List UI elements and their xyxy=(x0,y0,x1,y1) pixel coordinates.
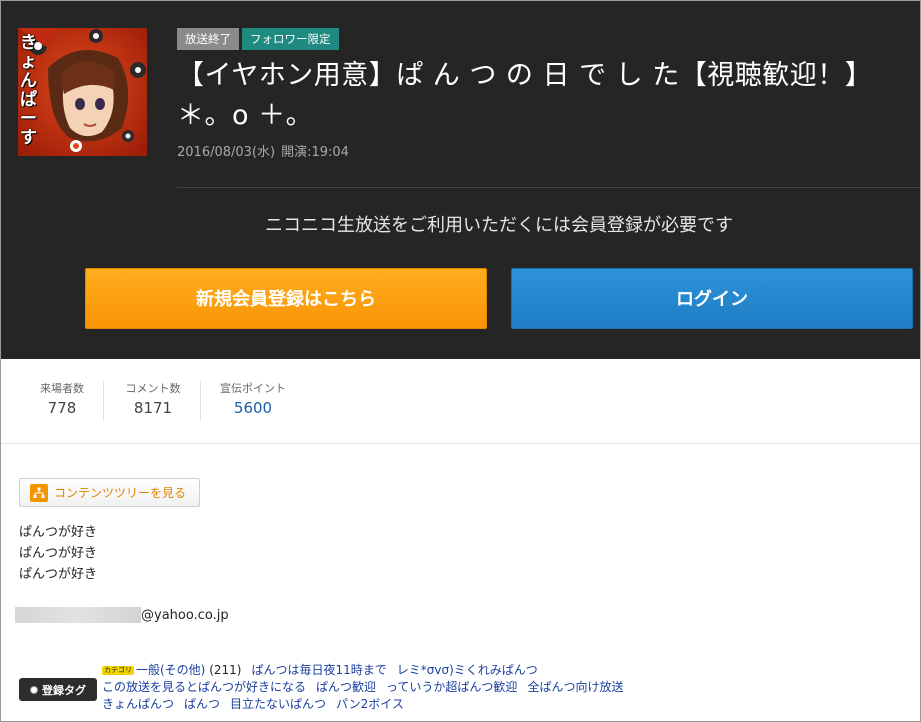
stat-value: 778 xyxy=(47,399,77,417)
stat-value: 8171 xyxy=(133,399,173,417)
tag-link[interactable]: 目立たないぱんつ xyxy=(230,697,326,711)
tree-icon xyxy=(30,483,48,502)
program-title: 【イヤホン用意】ぱ ん つ の 日 で し た【視聴歓迎！】＊。o ＋。 xyxy=(177,60,873,131)
stat-ad-points[interactable]: 宣伝ポイント 5600 xyxy=(211,381,295,419)
tag-category-count: (211) xyxy=(209,663,242,677)
description-line: ぱんつが好き xyxy=(19,567,98,582)
stat-value: 5600 xyxy=(233,399,273,417)
program-header: きょんぱーす 放送終了 フォロワー限定 【イヤホン用意】ぱ ん つ の 日 で … xyxy=(1,1,920,359)
content-tree-label: コンテンツツリーを見る xyxy=(54,486,187,500)
ended-badge: 放送終了 xyxy=(177,28,239,50)
tag-link[interactable]: パン2ボイス xyxy=(336,697,404,711)
tag-category[interactable]: 一般(その他) (211) xyxy=(136,663,241,677)
tag-category-name: 一般(その他) xyxy=(136,663,206,677)
register-button[interactable]: 新規会員登録はこちら xyxy=(85,268,487,329)
tag-link[interactable]: この放送を見るとぱんつが好きになる xyxy=(102,680,306,694)
content-tree-button[interactable]: コンテンツツリーを見る xyxy=(19,478,200,507)
stat-visitors: 来場者数 778 xyxy=(23,381,101,419)
stat-label: コメント数 xyxy=(125,382,181,395)
contact-email: @yahoo.co.jp xyxy=(15,607,229,623)
tag-list: カテゴリ 一般(その他) (211) ぱんつは毎日夜11時まで レミ*σvσ)ミくれみ… xyxy=(102,662,902,713)
thumbnail-vertical-text: きょんぱーす xyxy=(20,33,37,148)
registration-message: ニコニコ生放送をご利用いただくには会員登録が必要です xyxy=(265,215,733,236)
tag-row: この放送を見るとぱんつが好きになる ぱんつ歓迎 っていうか超ぱんつ歓迎 全ぱんつ向け放… xyxy=(102,679,902,696)
tag-row: カテゴリ 一般(その他) (211) ぱんつは毎日夜11時まで レミ*σvσ)ミくれみ… xyxy=(102,662,902,679)
header-divider xyxy=(177,187,920,188)
login-button[interactable]: ログイン xyxy=(511,268,913,329)
stats-bar: 来場者数 778 コメント数 8171 宣伝ポイント 5600 xyxy=(1,359,920,444)
stat-label: 宣伝ポイント xyxy=(220,382,286,395)
tag-link[interactable]: レミ*σvσ)ミくれみぱんつ xyxy=(397,663,538,677)
redacted-email-user xyxy=(15,607,141,623)
email-domain: @yahoo.co.jp xyxy=(141,607,229,623)
page-frame: きょんぱーす 放送終了 フォロワー限定 【イヤホン用意】ぱ ん つ の 日 で … xyxy=(0,0,921,722)
description-line: ぱんつが好き xyxy=(19,546,98,561)
follower-only-badge: フォロワー限定 xyxy=(242,28,339,50)
tag-link[interactable]: っていうか超ぱんつ歓迎 xyxy=(386,680,517,694)
stat-label: 来場者数 xyxy=(40,382,84,395)
stat-comments: コメント数 8171 xyxy=(113,381,193,419)
tag-bullet-icon xyxy=(30,685,38,694)
registered-tags-badge: 登録タグ xyxy=(19,678,97,701)
broadcast-date: 2016/08/03(水) xyxy=(177,145,276,160)
tag-link[interactable]: ぱんつは毎日夜11時まで xyxy=(251,663,386,677)
tag-link[interactable]: 全ぱんつ向け放送 xyxy=(527,680,623,694)
broadcast-date-line: 2016/08/03(水) 開演:19:04 xyxy=(177,141,349,160)
status-badges: 放送終了 フォロワー限定 xyxy=(177,28,339,50)
tag-link[interactable]: ぱんつ xyxy=(184,697,220,711)
stat-divider xyxy=(200,381,201,421)
broadcaster-thumbnail[interactable]: きょんぱーす xyxy=(18,28,147,156)
tag-row: きょんぱんつ ぱんつ 目立たないぱんつ パン2ボイス xyxy=(102,696,902,713)
category-chip: カテゴリ xyxy=(102,666,134,675)
registered-tags-label: 登録タグ xyxy=(42,683,86,697)
description-line: ぱんつが好き xyxy=(19,525,98,540)
tag-link[interactable]: ぱんつ歓迎 xyxy=(316,680,376,694)
stat-divider xyxy=(103,381,104,421)
program-description: ぱんつが好き ぱんつが好き ぱんつが好き xyxy=(19,522,97,585)
open-time: 開演:19:04 xyxy=(281,145,349,160)
tag-link[interactable]: きょんぱんつ xyxy=(102,697,174,711)
